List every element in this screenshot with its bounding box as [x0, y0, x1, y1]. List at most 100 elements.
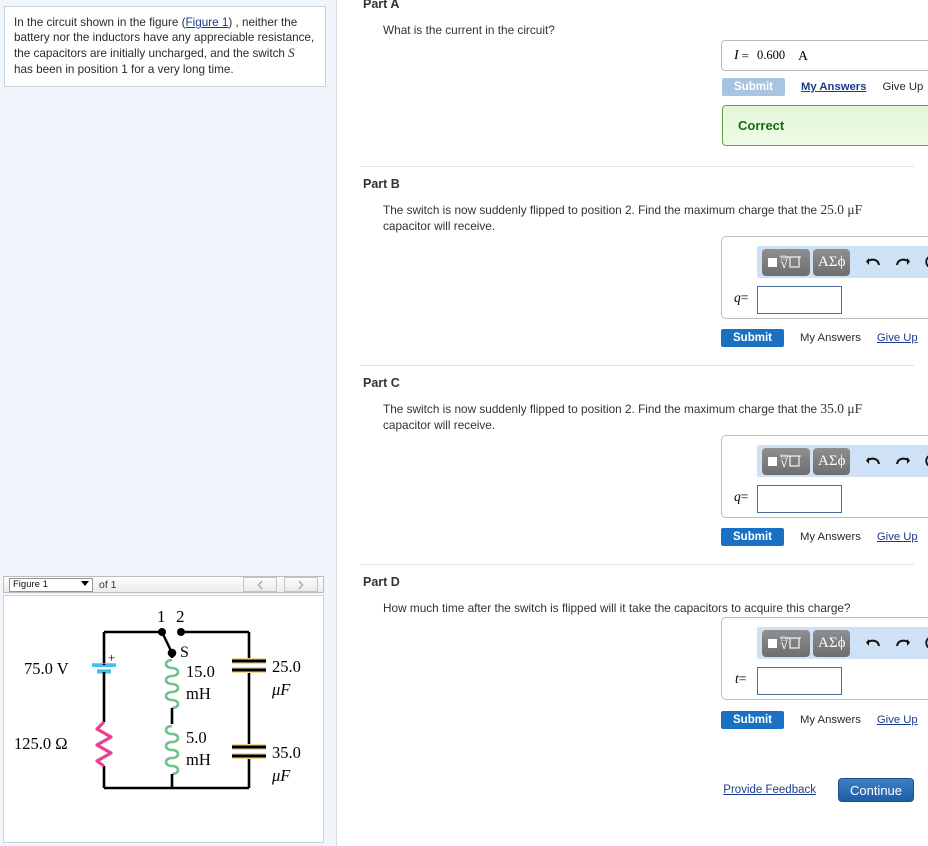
part-c-answer-input[interactable] [757, 485, 842, 513]
math-template-button[interactable]: √□ [762, 629, 810, 657]
part-b-variable-text: q [734, 290, 741, 305]
part-c-variable: q= [734, 489, 748, 505]
part-d-my-answers-link[interactable]: My Answers [800, 714, 861, 726]
capacitor-2-unit-label: μF [271, 766, 291, 785]
battery-value-label: 75.0 V [24, 659, 69, 678]
math-template-button[interactable]: √□ [762, 447, 810, 475]
part-b-title: Part B [363, 177, 400, 191]
reset-icon[interactable] [920, 249, 928, 275]
math-template-icon: √□ [768, 634, 801, 653]
figure-1-link[interactable]: Figure 1 [186, 16, 229, 29]
part-d-variable: t= [735, 671, 746, 687]
part-d-math-toolbar: √□ ΑΣϕ ] ? [757, 627, 928, 659]
circuit-diagram: + 75.0 V 125.0 Ω 1 2 S 15.0 mH 5.0 mH 25… [14, 607, 301, 790]
inductor-2-symbol [164, 724, 180, 776]
part-a-equals: = [741, 47, 750, 63]
part-a-title: Part A [363, 0, 400, 11]
reset-icon[interactable] [920, 630, 928, 656]
part-c-submit-button[interactable]: Submit [721, 528, 784, 546]
part-c-math-toolbar: √□ ΑΣϕ ] ? [757, 445, 928, 477]
greek-letters-button[interactable]: ΑΣϕ [813, 629, 851, 657]
undo-icon[interactable] [860, 448, 886, 474]
part-b-give-up-link[interactable]: Give Up [877, 332, 918, 344]
part-d-submit-button[interactable]: Submit [721, 711, 784, 729]
part-a-status-text: Correct [738, 118, 785, 133]
part-c-give-up-link[interactable]: Give Up [877, 531, 918, 543]
right-panel: Part A What is the current in the circui… [338, 0, 928, 846]
provide-feedback-link[interactable]: Provide Feedback [723, 784, 816, 796]
figure-image-container[interactable]: + 75.0 V 125.0 Ω 1 2 S 15.0 mH 5.0 mH 25… [3, 595, 324, 843]
problem-text-end: has been in position 1 for a very long t… [14, 62, 234, 76]
switch-position-2-label: 2 [176, 607, 185, 626]
part-b-prompt-math: 25.0 μF [820, 202, 863, 217]
chevron-down-icon [81, 580, 89, 586]
figure-navigation-bar: Figure 1 of 1 [3, 576, 324, 593]
part-b-submit-button[interactable]: Submit [721, 329, 784, 347]
part-c-prompt-1: The switch is now suddenly flipped to po… [383, 402, 821, 416]
battery-symbol [92, 663, 116, 678]
left-panel: In the circuit shown in the figure (Figu… [0, 0, 337, 846]
part-d-answer-card: √□ ΑΣϕ ] ? [721, 617, 928, 700]
part-b-answer-card: √□ ΑΣϕ ] ? [721, 236, 928, 319]
part-a-variable: I [734, 47, 739, 63]
continue-button[interactable]: Continue [838, 778, 914, 802]
problem-statement: In the circuit shown in the figure (Figu… [4, 6, 326, 87]
figure-prev-button[interactable] [243, 577, 277, 592]
part-c-prompt: The switch is now suddenly flipped to po… [338, 394, 883, 433]
redo-icon[interactable] [890, 448, 916, 474]
footer-actions: Provide Feedback Continue [338, 778, 928, 802]
part-c-my-answers-link[interactable]: My Answers [800, 531, 861, 543]
capacitor-2-symbol [232, 744, 266, 759]
part-c-answer-card: √□ ΑΣϕ ] ? [721, 435, 928, 518]
part-b-variable: q= [734, 290, 748, 306]
part-a-give-up-link: Give Up [882, 81, 924, 93]
chevron-left-icon [257, 580, 263, 589]
part-d-prompt: How much time after the switch is flippe… [383, 601, 851, 615]
figure-select-dropdown[interactable]: Figure 1 [9, 577, 93, 592]
part-c-equals: = [740, 489, 749, 504]
inductor-1-unit-label: mH [186, 684, 211, 703]
part-a-submit-button[interactable]: Submit [722, 78, 785, 96]
part-b-prompt-1: The switch is now suddenly flipped to po… [383, 203, 821, 217]
redo-icon[interactable] [890, 630, 916, 656]
switch-symbol: S [288, 45, 295, 61]
chevron-right-icon [298, 580, 304, 589]
part-a-prompt: What is the current in the circuit? [383, 23, 555, 37]
part-b-math-toolbar: √□ ΑΣϕ ] ? [757, 246, 928, 278]
page-root: In the circuit shown in the figure (Figu… [0, 0, 928, 846]
part-d-answer-input[interactable] [757, 667, 842, 695]
part-c-prompt-math: 35.0 μF [820, 401, 863, 416]
greek-letters-button[interactable]: ΑΣϕ [813, 447, 851, 475]
figure-select-value: Figure 1 [13, 579, 48, 590]
reset-icon[interactable] [920, 448, 928, 474]
part-d-section: Part D How much time after the switch is… [338, 565, 928, 751]
part-a-my-answers-link[interactable]: My Answers [801, 81, 867, 93]
undo-icon[interactable] [860, 249, 886, 275]
figure-count-label: of 1 [99, 578, 117, 591]
part-c-title: Part C [363, 376, 400, 390]
inductor-1-value-label: 15.0 [186, 662, 215, 681]
part-b-equals: = [740, 290, 749, 305]
part-a-value: 0.600 [757, 48, 786, 62]
part-d-equals: = [738, 671, 747, 686]
part-c-section: Part C The switch is now suddenly flippe… [338, 366, 928, 564]
part-b-prompt: The switch is now suddenly flipped to po… [338, 195, 883, 234]
undo-icon[interactable] [860, 630, 886, 656]
part-c-prompt-2: capacitor will receive. [383, 418, 496, 432]
greek-letters-button[interactable]: ΑΣϕ [813, 248, 851, 276]
part-d-give-up-link[interactable]: Give Up [877, 714, 918, 726]
part-b-answer-input[interactable] [757, 286, 842, 314]
part-d-actions: Submit My Answers Give Up [721, 711, 918, 729]
inductor-2-unit-label: mH [186, 750, 211, 769]
resistor-symbol [95, 720, 113, 768]
figure-next-button[interactable] [284, 577, 318, 592]
part-b-my-answers-link[interactable]: My Answers [800, 332, 861, 344]
redo-icon[interactable] [890, 249, 916, 275]
part-b-prompt-2: capacitor will receive. [383, 219, 496, 233]
capacitor-2-value-label: 35.0 [272, 743, 301, 762]
part-a-correct-banner: Correct [722, 105, 928, 146]
math-template-button[interactable]: √□ [762, 248, 810, 276]
math-template-icon: √□ [768, 253, 801, 272]
part-b-actions: Submit My Answers Give Up [721, 329, 918, 347]
part-d-title: Part D [363, 575, 400, 589]
